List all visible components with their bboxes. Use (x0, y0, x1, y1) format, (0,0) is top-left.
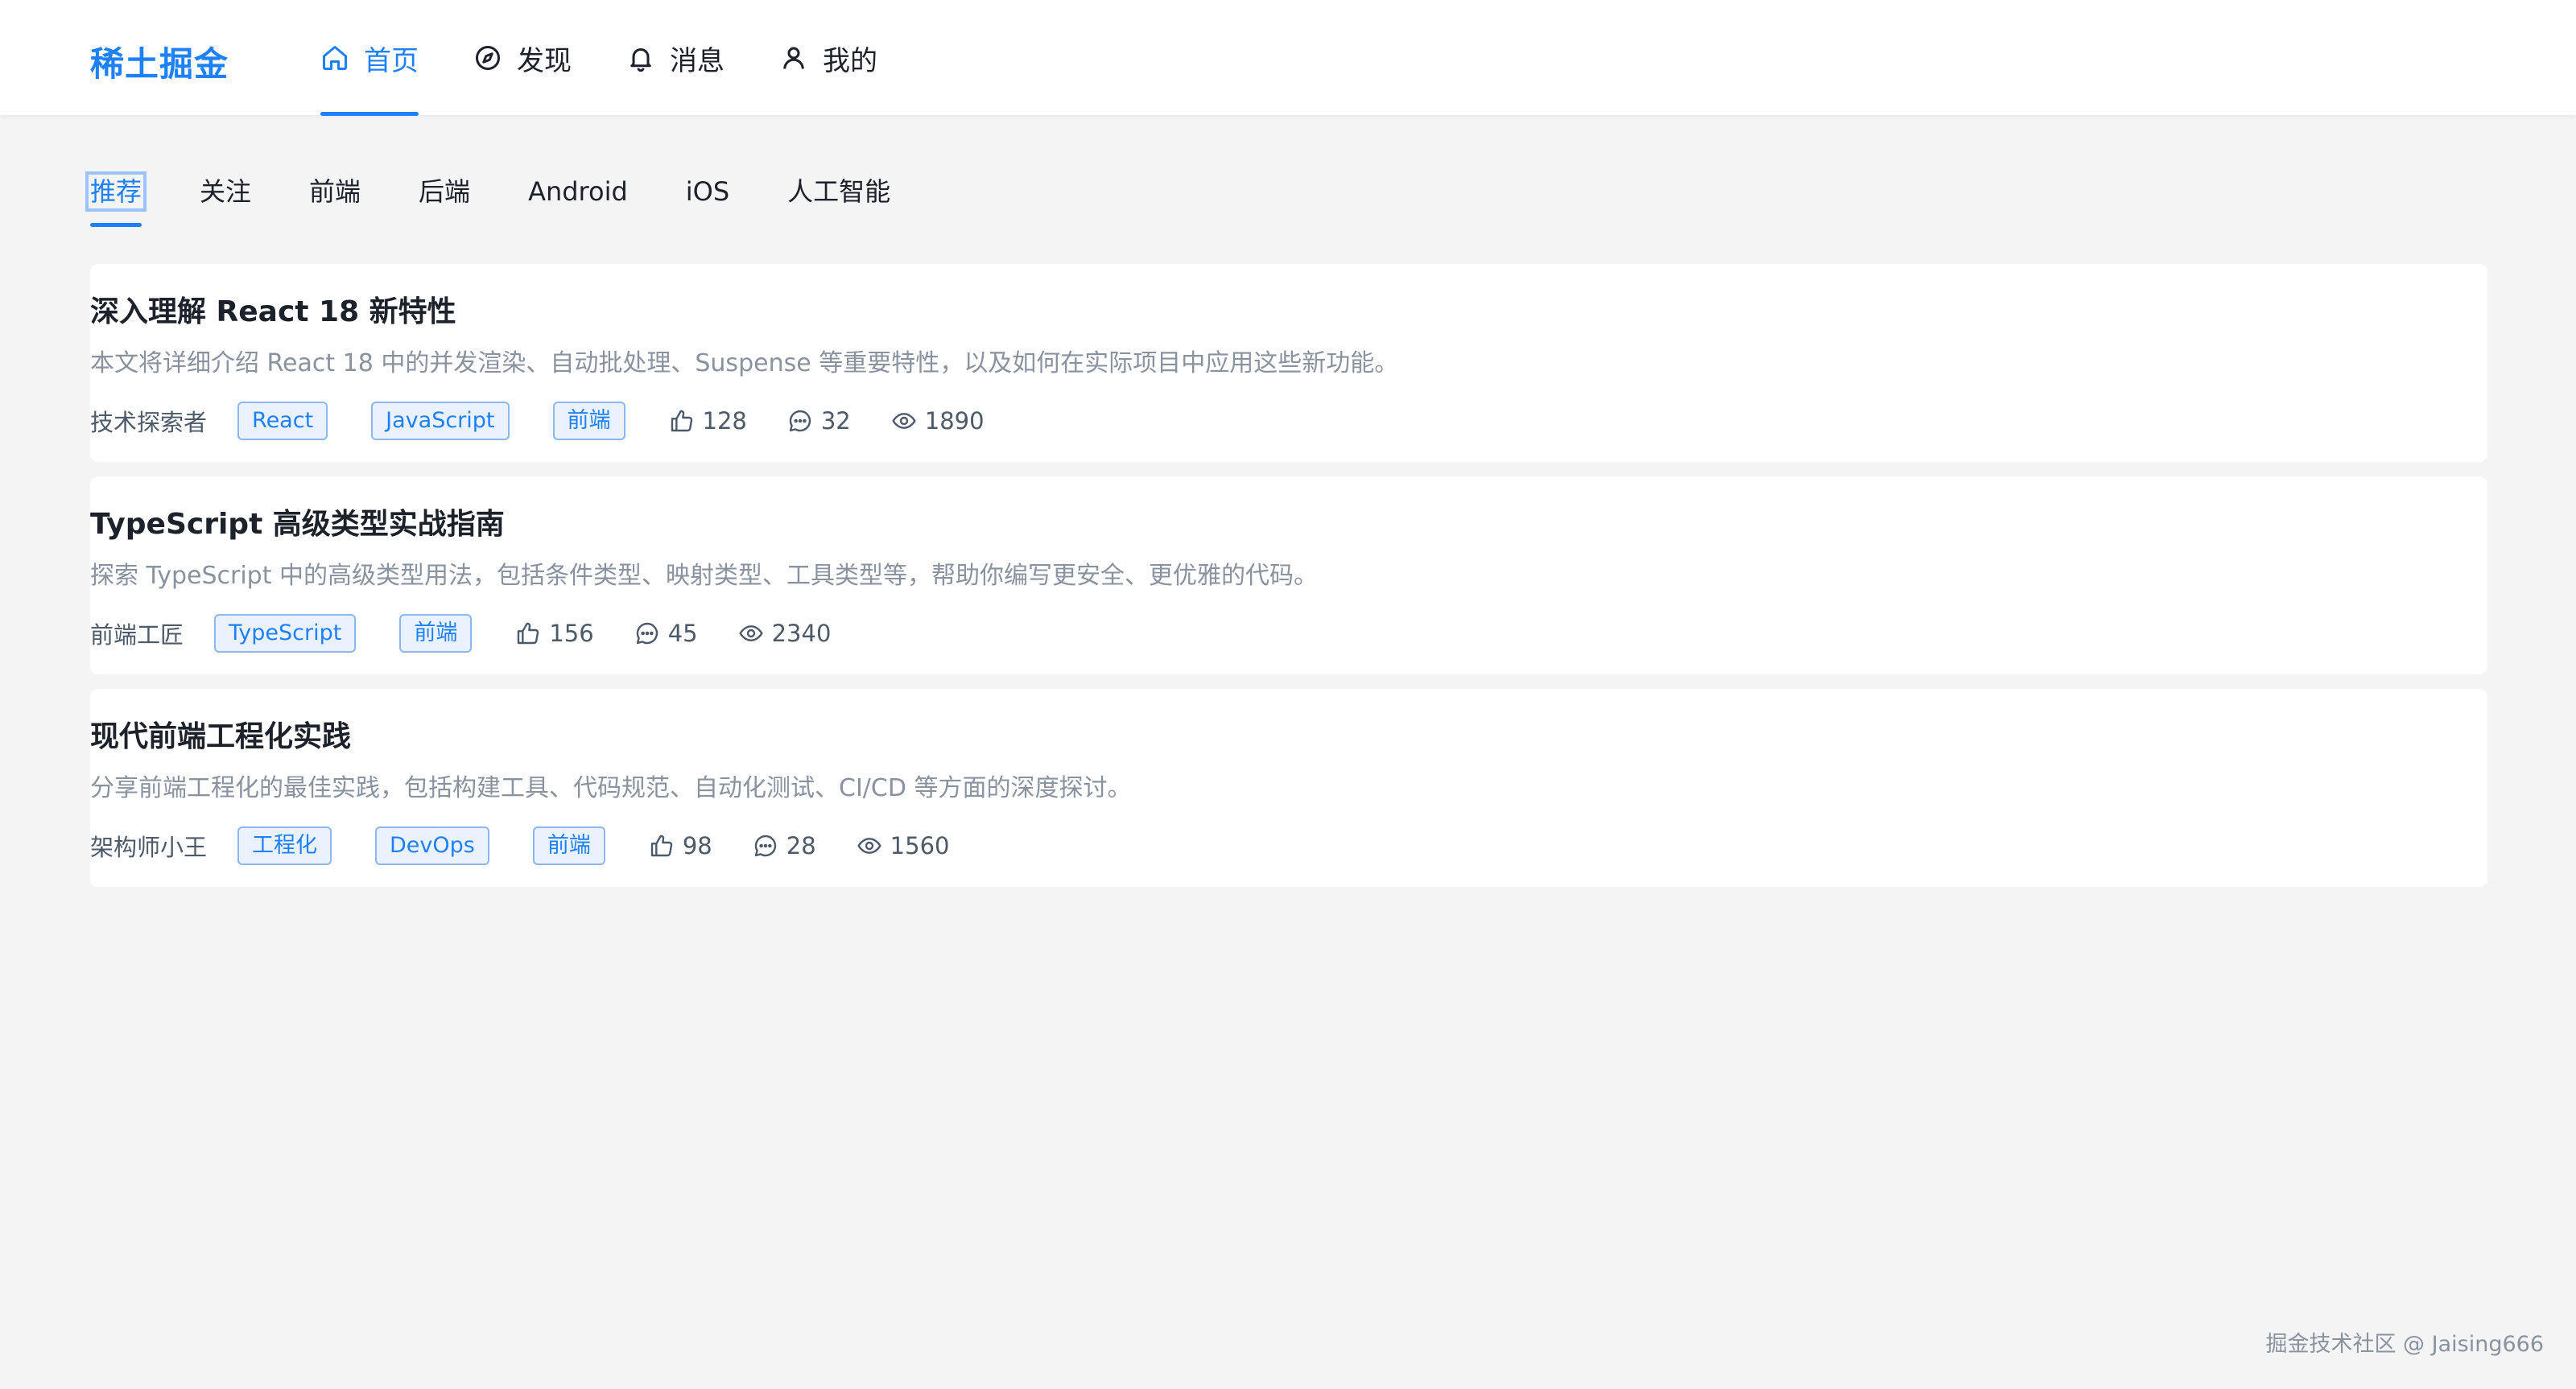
eye-icon (892, 413, 916, 429)
comment-count[interactable]: 45 (634, 620, 698, 647)
article-summary: 探索 TypeScript 中的高级类型用法，包括条件类型、映射类型、工具类型等… (90, 562, 1318, 590)
article-author[interactable]: 技术探索者 (90, 404, 207, 438)
article-card[interactable]: 深入理解 React 18 新特性 本文将详细介绍 React 18 中的并发渲… (90, 264, 2487, 462)
article-summary: 本文将详细介绍 React 18 中的并发渲染、自动批处理、Suspense 等… (90, 349, 1399, 377)
article-list: 深入理解 React 18 新特性 本文将详细介绍 React 18 中的并发渲… (90, 264, 2487, 901)
comment-count-value: 28 (786, 832, 816, 859)
tab-ai[interactable]: 人工智能 (787, 167, 890, 216)
article-card[interactable]: TypeScript 高级类型实战指南 探索 TypeScript 中的高级类型… (90, 476, 2487, 674)
article-title[interactable]: 现代前端工程化实践 (90, 716, 2487, 758)
comment-icon (754, 835, 776, 857)
article-tag[interactable]: React (237, 402, 328, 440)
tab-label: 推荐 (85, 171, 147, 212)
comment-icon (636, 622, 658, 645)
tab-label: Android (528, 176, 628, 207)
article-tag[interactable]: TypeScript (214, 614, 357, 653)
category-tabs: 推荐 关注 前端 后端 Android iOS 人工智能 (85, 167, 948, 227)
like-count-value: 128 (702, 407, 747, 435)
nav-item-mine[interactable]: 我的 (779, 0, 877, 116)
article-tag[interactable]: 前端 (399, 614, 473, 653)
like-count[interactable]: 156 (515, 620, 594, 647)
view-count-value: 1560 (890, 832, 950, 859)
thumbs-up-icon (650, 835, 673, 857)
article-author[interactable]: 前端工匠 (90, 616, 184, 650)
article-author[interactable]: 架构师小王 (90, 829, 207, 863)
tab-following[interactable]: 关注 (200, 167, 251, 216)
article-meta: 架构师小王 工程化 DevOps 前端 98 28 1560 (90, 826, 2487, 866)
comment-count-value: 32 (820, 407, 851, 435)
nav-label-mine: 我的 (823, 44, 877, 77)
thumbs-up-icon (518, 622, 539, 645)
top-header: 稀土掘金 首页 发现 消息 我的 (0, 0, 2576, 116)
comment-count[interactable]: 28 (753, 832, 816, 859)
nav-label-home: 首页 (364, 44, 419, 77)
like-count[interactable]: 98 (649, 832, 712, 859)
thumbs-up-icon (671, 410, 692, 432)
article-summary: 分享前端工程化的最佳实践，包括构建工具、代码规范、自动化测试、CI/CD 等方面… (90, 774, 1132, 802)
comment-count-value: 45 (667, 620, 698, 647)
tab-ios[interactable]: iOS (686, 167, 729, 216)
tab-label: 后端 (419, 176, 471, 207)
tab-recommend[interactable]: 推荐 (85, 167, 147, 227)
nav-label-discover: 发现 (517, 44, 572, 77)
article-meta: 技术探索者 React JavaScript 前端 128 32 1890 (90, 401, 2487, 441)
watermark: 掘金技术社区 @ Jaising666 (2265, 1332, 2544, 1357)
article-tag[interactable]: 工程化 (237, 826, 332, 865)
article-title[interactable]: TypeScript 高级类型实战指南 (90, 504, 2487, 546)
article-title[interactable]: 深入理解 React 18 新特性 (90, 291, 2487, 333)
nav-label-messages: 消息 (670, 44, 724, 77)
view-count-value: 1890 (924, 407, 985, 435)
like-count-value: 98 (682, 832, 712, 859)
like-count-value: 156 (549, 620, 594, 647)
eye-icon (857, 838, 881, 854)
comment-count[interactable]: 32 (787, 407, 851, 435)
tab-android[interactable]: Android (528, 167, 628, 216)
like-count[interactable]: 128 (669, 407, 747, 435)
tab-label: 前端 (309, 176, 361, 207)
article-tag[interactable]: DevOps (375, 826, 489, 865)
view-count: 1560 (857, 832, 950, 859)
bell-icon (630, 48, 651, 72)
article-meta: 前端工匠 TypeScript 前端 156 45 2340 (90, 613, 2487, 653)
nav-item-home[interactable]: 首页 (320, 0, 419, 116)
tab-label: 关注 (200, 176, 252, 207)
home-icon (323, 46, 347, 70)
site-logo[interactable]: 稀土掘金 (90, 37, 229, 86)
tab-label: 人工智能 (787, 176, 891, 207)
article-tag[interactable]: JavaScript (371, 402, 510, 440)
user-icon (783, 47, 804, 69)
main-nav: 首页 发现 消息 我的 (320, 0, 932, 116)
article-tag[interactable]: 前端 (552, 402, 625, 440)
view-count: 2340 (738, 620, 832, 647)
nav-item-discover[interactable]: 发现 (473, 0, 572, 116)
tab-label: iOS (685, 176, 730, 207)
view-count-value: 2340 (771, 620, 832, 647)
article-card[interactable]: 现代前端工程化实践 分享前端工程化的最佳实践，包括构建工具、代码规范、自动化测试… (90, 689, 2487, 887)
view-count: 1890 (891, 407, 985, 435)
tab-frontend[interactable]: 前端 (309, 167, 361, 216)
compass-icon (476, 46, 500, 70)
tab-backend[interactable]: 后端 (419, 167, 470, 216)
article-tag[interactable]: 前端 (532, 826, 605, 865)
comment-icon (789, 410, 811, 432)
eye-icon (739, 625, 763, 641)
nav-item-messages[interactable]: 消息 (626, 0, 724, 116)
